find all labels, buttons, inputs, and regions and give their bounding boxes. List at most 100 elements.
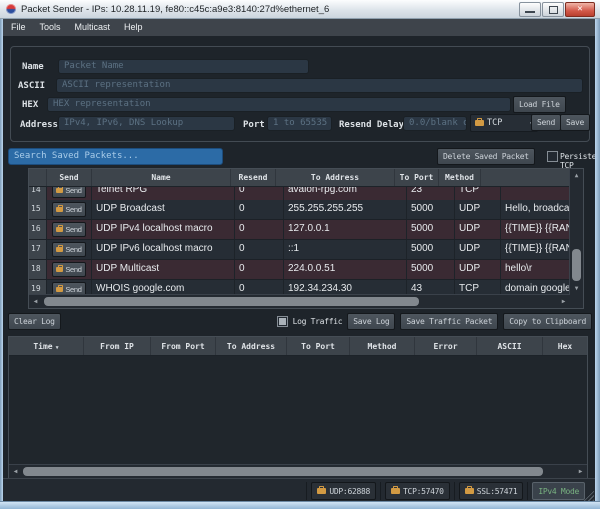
header-error[interactable]: Error [415, 337, 477, 355]
window-border-bottom [0, 501, 600, 509]
header-send[interactable]: Send [47, 169, 92, 186]
status-separator [454, 482, 455, 500]
close-button[interactable] [565, 2, 595, 17]
udp-port-button[interactable]: UDP:62888 [311, 482, 376, 500]
header-from-ip[interactable]: From IP [84, 337, 151, 355]
table-row[interactable]: 14 Send Telnet RPG 0 avalon-rpg.com 23 T… [29, 187, 570, 200]
cell-method: UDP [455, 240, 501, 259]
send-icon [56, 207, 63, 212]
status-bar: UDP:62888 TCP:57470 SSL:57471 IPv4 Mode [3, 478, 595, 503]
cell-ascii: domain google.com\r\n [501, 280, 570, 295]
cell-resend: 0 [235, 260, 284, 279]
cell-name: Telnet RPG [92, 187, 235, 200]
table-row[interactable]: 19 Send WHOIS google.com 0 192.34.234.30… [29, 280, 570, 295]
menu-file[interactable]: File [11, 22, 26, 32]
table-row[interactable]: 16 Send UDP IPv4 localhost macro 0 127.0… [29, 220, 570, 240]
cell-to-port: 43 [407, 280, 455, 295]
scroll-down-icon[interactable] [570, 282, 583, 295]
maximize-button[interactable] [542, 2, 564, 17]
cell-name: UDP Multicast [92, 260, 235, 279]
scroll-right-icon[interactable] [574, 465, 587, 478]
log-traffic-checkbox[interactable] [277, 316, 288, 327]
header-hex[interactable]: Hex [543, 337, 587, 355]
hex-input[interactable]: HEX representation [47, 97, 511, 112]
saved-table-horizontal-scrollbar[interactable] [29, 294, 570, 308]
title-bar[interactable]: Packet Sender - IPs: 10.28.11.19, fe80::… [0, 0, 600, 19]
name-label: Name [22, 62, 44, 72]
header-to-port[interactable]: To Port [395, 169, 439, 186]
header-to-address[interactable]: To Address [276, 169, 395, 186]
minimize-button[interactable] [519, 2, 541, 17]
header-to-port[interactable]: To Port [287, 337, 350, 355]
scrollbar-thumb[interactable] [572, 249, 581, 281]
scrollbar-thumb[interactable] [23, 467, 543, 476]
cell-resend: 0 [235, 280, 284, 295]
packet-name-input[interactable]: Packet Name [58, 59, 309, 74]
cell-to-address: ::1 [284, 240, 407, 259]
protocol-value: TCP [487, 118, 502, 128]
header-resend[interactable]: Resend [231, 169, 276, 186]
send-icon [56, 227, 63, 232]
header-time[interactable]: Time [9, 337, 84, 355]
resend-delay-input[interactable]: 0.0/blank off [403, 116, 467, 131]
log-table-header: Time From IP From Port To Address To Por… [9, 337, 587, 356]
port-input[interactable]: 1 to 65535 [267, 116, 332, 131]
window-border-left [0, 18, 3, 509]
save-traffic-packet-button[interactable]: Save Traffic Packet [400, 313, 498, 330]
table-row[interactable]: 17 Send UDP IPv6 localhost macro 0 ::1 5… [29, 240, 570, 260]
hex-label: HEX [22, 100, 38, 110]
header-name[interactable]: Name [92, 169, 231, 186]
header-from-port[interactable]: From Port [151, 337, 216, 355]
persistent-tcp-checkbox[interactable] [547, 151, 558, 162]
row-send-button[interactable]: Send [52, 202, 85, 217]
scroll-left-icon[interactable] [29, 295, 42, 308]
row-send-button[interactable]: Send [52, 262, 85, 277]
ssl-port-button[interactable]: SSL:57471 [459, 482, 524, 500]
header-blank [481, 169, 570, 186]
copy-to-clipboard-button[interactable]: Copy to Clipboard [503, 313, 592, 330]
header-method[interactable]: Method [350, 337, 415, 355]
load-file-button[interactable]: Load File [513, 96, 566, 113]
clear-log-button[interactable]: Clear Log [8, 313, 61, 330]
ascii-input[interactable]: ASCII representation [56, 78, 583, 93]
send-button[interactable]: Send [531, 114, 561, 131]
row-number: 17 [29, 240, 47, 259]
save-log-button[interactable]: Save Log [347, 313, 395, 330]
delete-saved-packet-button[interactable]: Delete Saved Packet [437, 148, 535, 165]
scroll-up-icon[interactable] [570, 169, 583, 182]
menu-tools[interactable]: Tools [40, 22, 61, 32]
log-table-horizontal-scrollbar[interactable] [9, 464, 587, 478]
table-row[interactable]: 15 Send UDP Broadcast 0 255.255.255.255 … [29, 200, 570, 220]
status-separator [380, 482, 381, 500]
send-icon [56, 247, 63, 252]
saved-table-vertical-scrollbar[interactable] [569, 169, 583, 295]
header-to-address[interactable]: To Address [216, 337, 287, 355]
row-send-button[interactable]: Send [52, 222, 85, 237]
ipv4-mode-button[interactable]: IPv4 Mode [532, 482, 585, 500]
table-row[interactable]: 18 Send UDP Multicast 0 224.0.0.51 5000 … [29, 260, 570, 280]
row-send-button[interactable]: Send [52, 187, 85, 198]
cell-to-address: 255.255.255.255 [284, 200, 407, 219]
cell-to-port: 5000 [407, 220, 455, 239]
cell-to-address: avalon-rpg.com [284, 187, 407, 200]
resend-delay-label: Resend Delay [339, 120, 404, 130]
tcp-port-button[interactable]: TCP:57470 [385, 482, 450, 500]
send-icon [56, 188, 63, 193]
protocol-dropdown[interactable]: TCP [470, 114, 538, 132]
scrollbar-thumb[interactable] [44, 297, 419, 306]
row-send-button[interactable]: Send [52, 242, 85, 257]
save-button[interactable]: Save [560, 114, 590, 131]
address-input[interactable]: IPv4, IPv6, DNS Lookup [58, 116, 235, 131]
cell-resend: 0 [235, 200, 284, 219]
cell-to-address: 192.34.234.30 [284, 280, 407, 295]
header-method[interactable]: Method [439, 169, 481, 186]
scroll-left-icon[interactable] [9, 465, 22, 478]
menu-help[interactable]: Help [124, 22, 143, 32]
scroll-right-icon[interactable] [557, 295, 570, 308]
saved-table-header: Send Name Resend To Address To Port Meth… [29, 169, 570, 187]
header-ascii[interactable]: ASCII [477, 337, 543, 355]
menu-multicast[interactable]: Multicast [75, 22, 111, 32]
search-saved-packets-input[interactable]: Search Saved Packets... [8, 148, 223, 165]
cell-method: TCP [455, 280, 501, 295]
port-label: Port [243, 120, 265, 130]
